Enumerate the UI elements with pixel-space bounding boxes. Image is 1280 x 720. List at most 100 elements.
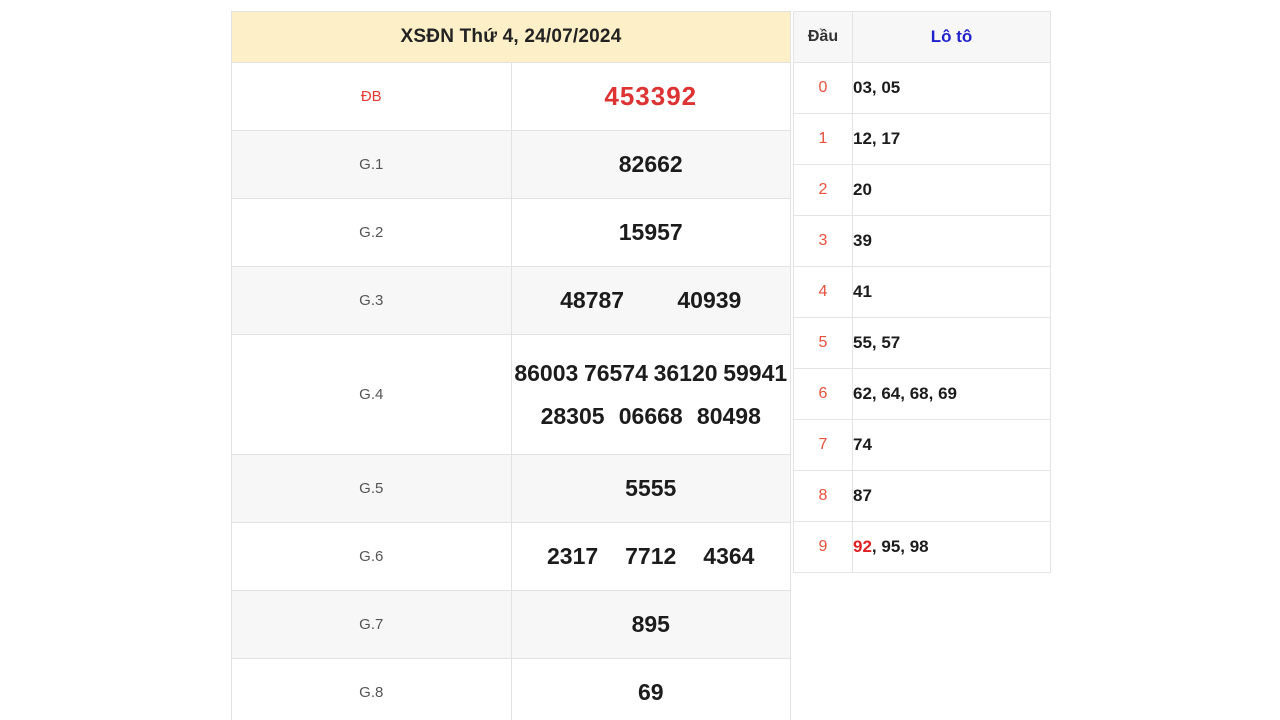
loto-values: 92, 95, 98	[852, 521, 1051, 573]
lottery-number: 86003	[514, 359, 579, 386]
table-row-g8: G.8 69	[231, 658, 791, 720]
loto-rest: 87	[853, 486, 872, 505]
prize-label-g1: G.1	[231, 130, 512, 199]
table-row-g2: G.2 15957	[231, 198, 791, 267]
lottery-number: 15957	[618, 219, 683, 245]
loto-row: 3 39	[793, 215, 1051, 267]
loto-values: 74	[852, 419, 1051, 471]
number-group-g2: 15957	[512, 219, 791, 246]
lottery-number: 82662	[618, 151, 683, 177]
number-group-g4: 86003 76574 36120 59941 28305 06668 8049…	[512, 360, 791, 430]
loto-rest: 20	[853, 180, 872, 199]
table-row-g1: G.1 82662	[231, 130, 791, 199]
loto-highlight: 92	[853, 537, 872, 556]
lottery-result-table: XSĐN Thứ 4, 24/07/2024 ĐB 453392 G.1 826…	[231, 11, 791, 720]
prize-values-db: 453392	[510, 62, 791, 131]
prize-label-g7: G.7	[231, 590, 512, 659]
loto-dau-digit: 2	[793, 164, 853, 216]
prize-values-g4: 86003 76574 36120 59941 28305 06668 8049…	[510, 334, 791, 455]
prize-label-g5: G.5	[231, 454, 512, 523]
loto-values: 41	[852, 266, 1051, 318]
loto-rest: 39	[853, 231, 872, 250]
number-group-g1: 82662	[512, 151, 791, 178]
lottery-number: 4364	[703, 543, 755, 569]
number-subrow-g4-bottom: 28305 06668 80498	[512, 403, 791, 430]
loto-dau-digit: 5	[793, 317, 853, 369]
page-title: XSĐN Thứ 4, 24/07/2024	[231, 11, 791, 63]
loto-row: 0 03, 05	[793, 62, 1051, 114]
loto-row: 6 62, 64, 68, 69	[793, 368, 1051, 420]
loto-header-loto: Lô tô	[852, 11, 1051, 63]
table-row-g4: G.4 86003 76574 36120 59941 28305 06668 …	[231, 334, 791, 455]
lottery-number: 7712	[625, 543, 677, 569]
lottery-number: 80498	[696, 402, 761, 429]
prize-values-g3: 48787 40939	[510, 266, 791, 335]
loto-rest: 62, 64, 68, 69	[853, 384, 957, 403]
prize-values-g6: 2317 7712 4364	[510, 522, 791, 591]
loto-rest: 12, 17	[853, 129, 901, 148]
loto-row: 4 41	[793, 266, 1051, 318]
number-subrow-g4-top: 86003 76574 36120 59941	[512, 360, 791, 387]
loto-dau-digit: 6	[793, 368, 853, 420]
result-header-row: XSĐN Thứ 4, 24/07/2024	[231, 11, 791, 63]
lottery-number: 40939	[677, 287, 742, 313]
table-row-g5: G.5 5555	[231, 454, 791, 523]
lottery-number: 59941	[723, 359, 788, 386]
prize-values-g5: 5555	[510, 454, 791, 523]
number-group-g8: 69	[512, 679, 791, 706]
table-row-db: ĐB 453392	[231, 62, 791, 131]
loto-dau-digit: 4	[793, 266, 853, 318]
lottery-number: 48787	[560, 287, 625, 313]
prize-values-g2: 15957	[510, 198, 791, 267]
lottery-number: 76574	[583, 359, 648, 386]
loto-dau-digit: 1	[793, 113, 853, 165]
prize-label-g2: G.2	[231, 198, 512, 267]
lottery-number: 895	[631, 611, 670, 637]
lottery-number: 2317	[546, 543, 599, 569]
loto-header-dau: Đầu	[793, 11, 853, 63]
loto-values: 55, 57	[852, 317, 1051, 369]
table-row-g3: G.3 48787 40939	[231, 266, 791, 335]
table-row-g6: G.6 2317 7712 4364	[231, 522, 791, 591]
loto-dau-digit: 9	[793, 521, 853, 573]
prize-label-db: ĐB	[231, 62, 512, 131]
prize-label-g6: G.6	[231, 522, 512, 591]
loto-row: 8 87	[793, 470, 1051, 522]
number-group-g5: 5555	[512, 475, 791, 502]
loto-header-row: Đầu Lô tô	[793, 11, 1051, 63]
loto-dau-digit: 3	[793, 215, 853, 267]
lottery-number: 69	[637, 679, 664, 705]
loto-values: 62, 64, 68, 69	[852, 368, 1051, 420]
loto-rest: 55, 57	[853, 333, 901, 352]
prize-values-g1: 82662	[510, 130, 791, 199]
lottery-number: 5555	[625, 475, 677, 501]
number-group-db: 453392	[512, 81, 791, 112]
page-root: XSĐN Thứ 4, 24/07/2024 ĐB 453392 G.1 826…	[0, 0, 1280, 720]
loto-row: 7 74	[793, 419, 1051, 471]
number-group-g6: 2317 7712 4364	[512, 543, 791, 570]
prize-label-g8: G.8	[231, 658, 512, 720]
loto-rest: 41	[853, 282, 872, 301]
prize-label-g4: G.4	[231, 334, 512, 455]
loto-rest: , 95, 98	[871, 537, 929, 556]
prize-label-g3: G.3	[231, 266, 512, 335]
loto-values: 87	[852, 470, 1051, 522]
loto-dau-digit: 0	[793, 62, 853, 114]
lottery-number: 06668	[618, 402, 683, 429]
loto-values: 20	[852, 164, 1051, 216]
table-row-g7: G.7 895	[231, 590, 791, 659]
loto-row: 2 20	[793, 164, 1051, 216]
loto-row: 1 12, 17	[793, 113, 1051, 165]
lottery-number: 453392	[604, 81, 698, 111]
loto-table: Đầu Lô tô 0 03, 05 1 12, 17 2 20 3 39 4	[793, 11, 1051, 573]
prize-values-g8: 69	[510, 658, 791, 720]
loto-rest: 74	[853, 435, 872, 454]
loto-row: 9 92, 95, 98	[793, 521, 1051, 573]
loto-values: 03, 05	[852, 62, 1051, 114]
loto-dau-digit: 8	[793, 470, 853, 522]
loto-row: 5 55, 57	[793, 317, 1051, 369]
prize-values-g7: 895	[510, 590, 791, 659]
loto-values: 39	[852, 215, 1051, 267]
lottery-number: 28305	[540, 402, 605, 429]
loto-values: 12, 17	[852, 113, 1051, 165]
